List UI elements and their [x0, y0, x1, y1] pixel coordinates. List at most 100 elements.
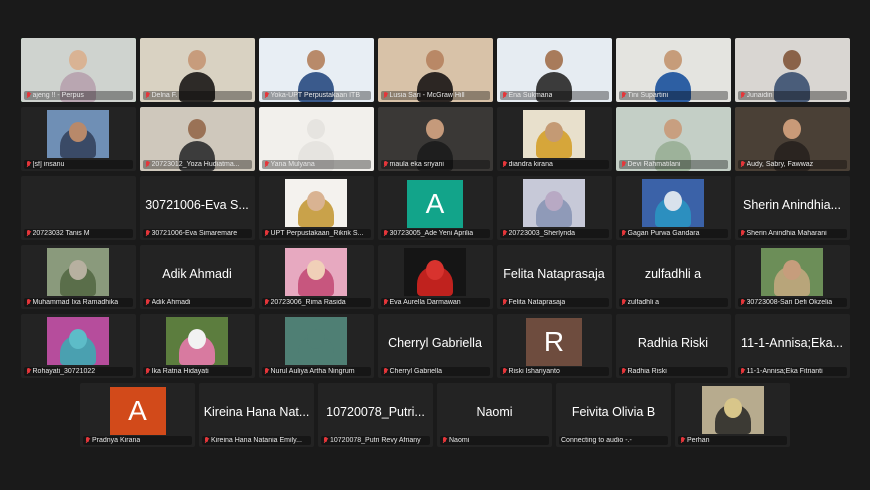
participant-tile[interactable]: Yana Mulyana: [258, 107, 374, 171]
participant-tile[interactable]: Perhan: [675, 383, 790, 447]
participant-name: Lusia Sari - McGraw Hill: [389, 92, 465, 99]
participant-name: 11-1-Annisa;Eka Fitrianti: [746, 368, 823, 375]
muted-mic-icon: [621, 161, 626, 168]
muted-mic-icon: [26, 161, 31, 168]
participant-tile[interactable]: [sf] insanu: [20, 107, 136, 171]
muted-mic-icon: [680, 437, 685, 444]
participant-tile[interactable]: 30721006-Eva S... 30721006-Eva Simaremare: [139, 176, 255, 240]
muted-mic-icon: [145, 368, 150, 375]
participant-tile[interactable]: 20723032 Tanis M: [20, 176, 136, 240]
participant-tile[interactable]: Audy, Sabry, Fawwaz: [734, 107, 850, 171]
participant-display-name: Felita Nataprasaja: [503, 267, 605, 281]
participant-tile[interactable]: 10720078_Putri... 10720078_Putri Revy Afr…: [318, 383, 433, 447]
muted-mic-icon: [264, 299, 269, 306]
participant-display-name: 11-1-Annisa;Eka...: [741, 336, 843, 350]
participant-tile[interactable]: A 30723005_Ade Yeni Aprilia: [377, 176, 493, 240]
participant-name-label: 30723008-Sari Defi Okzelia: [737, 298, 847, 307]
participant-name: 30723005_Ade Yeni Aprilia: [389, 230, 474, 237]
participant-tile[interactable]: Delna F.: [139, 38, 255, 102]
participant-tile[interactable]: Felita Nataprasaja Felita Nataprasaja: [496, 245, 612, 309]
participant-tile[interactable]: Adik Ahmadi Adik Ahmadi: [139, 245, 255, 309]
participant-tile[interactable]: 20723006_Rima Rasida: [258, 245, 374, 309]
muted-mic-icon: [26, 92, 31, 99]
participant-tile[interactable]: Devi Rahmatilani: [615, 107, 731, 171]
person-head: [69, 122, 87, 142]
participant-name: 30723008-Sari Defi Okzelia: [746, 299, 833, 306]
participant-tile[interactable]: Eva Aurella Darmawan: [377, 245, 493, 309]
participant-tile[interactable]: Yoka-UPT Perpustakaan ITB: [258, 38, 374, 102]
muted-mic-icon: [383, 161, 388, 168]
participant-name-label: Rohayati_30721022: [23, 367, 133, 376]
participant-tile[interactable]: Gagan Purwa Gandara: [615, 176, 731, 240]
participant-tile[interactable]: maula eka sriyani: [377, 107, 493, 171]
participant-tile[interactable]: 20723003_Sherlynda: [496, 176, 612, 240]
participant-name: Tini Supartini: [627, 92, 669, 99]
participant-tile[interactable]: 11-1-Annisa;Eka... 11-1-Annisa;Eka Fitria…: [734, 314, 850, 378]
participant-tile[interactable]: R Riski Ishariyanto: [496, 314, 612, 378]
participant-tile[interactable]: Radhia Riski Radhia Riski: [615, 314, 731, 378]
participant-tile[interactable]: 30723008-Sari Defi Okzelia: [734, 245, 850, 309]
participant-name-label: Radhia Riski: [618, 367, 728, 376]
person-head: [664, 191, 682, 211]
muted-mic-icon: [621, 230, 626, 237]
participant-tile[interactable]: Tini Supartini: [615, 38, 731, 102]
avatar-initial: A: [407, 180, 463, 228]
participant-tile[interactable]: zulfadhli a zulfadhli a: [615, 245, 731, 309]
participant-name-label: Audy, Sabry, Fawwaz: [737, 160, 847, 169]
participant-tile[interactable]: Cherryl Gabriella Cherryl Gabriella: [377, 314, 493, 378]
muted-mic-icon: [740, 299, 745, 306]
participant-name: Ena Sukmana: [508, 92, 553, 99]
participant-name: 20723012_Yoza Hudiatma...: [151, 161, 240, 168]
muted-mic-icon: [145, 299, 150, 306]
participant-name-label: ajeng !! - Perpus: [23, 91, 133, 100]
gallery-row: Muhammad Ixa Ramadhika Adik Ahmadi Adik Ah…: [0, 245, 870, 309]
participant-tile[interactable]: Lusia Sari - McGraw Hill: [377, 38, 493, 102]
person-head: [783, 260, 801, 280]
participant-name: diandra kirana: [508, 161, 553, 168]
participant-name: Yoka-UPT Perpustakaan ITB: [270, 92, 361, 99]
participant-name: Delna F.: [151, 92, 178, 99]
participant-name: maula eka sriyani: [389, 161, 444, 168]
participant-tile[interactable]: Feivita Olivia B Connecting to audio -.-: [556, 383, 671, 447]
participant-tile[interactable]: diandra kirana: [496, 107, 612, 171]
person-head: [69, 260, 87, 280]
participant-name: Pradnya Kirana: [92, 437, 141, 444]
participant-tile[interactable]: Ena Sukmana: [496, 38, 612, 102]
participant-name: Gagan Purwa Gandara: [627, 230, 700, 237]
participant-name: Adik Ahmadi: [151, 299, 191, 306]
participant-name-label: Yoka-UPT Perpustakaan ITB: [261, 91, 371, 100]
participant-name-label: Sherin Anindhia Maharani: [737, 229, 847, 238]
muted-mic-icon: [26, 299, 31, 306]
participant-name-label: Devi Rahmatilani: [618, 160, 728, 169]
muted-mic-icon: [740, 92, 745, 99]
participant-tile[interactable]: A Pradnya Kirana: [80, 383, 195, 447]
participant-tile[interactable]: Rohayati_30721022: [20, 314, 136, 378]
participant-video: [166, 317, 228, 365]
person-head: [545, 50, 563, 70]
participant-tile[interactable]: Nurul Auliya Artha Ningrum: [258, 314, 374, 378]
gallery-row: A Pradnya Kirana Kireina Hana Nat... Kirein…: [0, 383, 870, 447]
participant-tile[interactable]: Sherin Anindhia... Sherin Anindhia Mahara…: [734, 176, 850, 240]
participant-tile[interactable]: Ika Ratna Hidayati: [139, 314, 255, 378]
participant-tile[interactable]: Naomi Naomi: [437, 383, 552, 447]
participant-name-label: Ena Sukmana: [499, 91, 609, 100]
participant-tile[interactable]: 20723012_Yoza Hudiatma...: [139, 107, 255, 171]
participant-video: [285, 248, 347, 296]
participant-name-label: Nurul Auliya Artha Ningrum: [261, 367, 371, 376]
participant-tile[interactable]: ajeng !! - Perpus: [20, 38, 136, 102]
participant-tile[interactable]: UPT Perpustakaan_Rikrik S...: [258, 176, 374, 240]
participant-tile[interactable]: Muhammad Ixa Ramadhika: [20, 245, 136, 309]
participant-display-name: zulfadhli a: [644, 267, 702, 281]
participant-name-label: maula eka sriyani: [380, 160, 490, 169]
participant-name-label: 20723006_Rima Rasida: [261, 298, 371, 307]
participant-name-label: Lusia Sari - McGraw Hill: [380, 91, 490, 100]
participant-display-name: Cherryl Gabriella: [388, 336, 482, 350]
participant-tile[interactable]: Junaidin: [734, 38, 850, 102]
participant-name-label: Adik Ahmadi: [142, 298, 252, 307]
participant-name: Yana Mulyana: [270, 161, 315, 168]
muted-mic-icon: [383, 299, 388, 306]
participant-name-label: Gagan Purwa Gandara: [618, 229, 728, 238]
participant-tile[interactable]: Kireina Hana Nat... Kireina Hana Natania …: [199, 383, 314, 447]
participant-name-label: Eva Aurella Darmawan: [380, 298, 490, 307]
person-head: [188, 119, 206, 139]
